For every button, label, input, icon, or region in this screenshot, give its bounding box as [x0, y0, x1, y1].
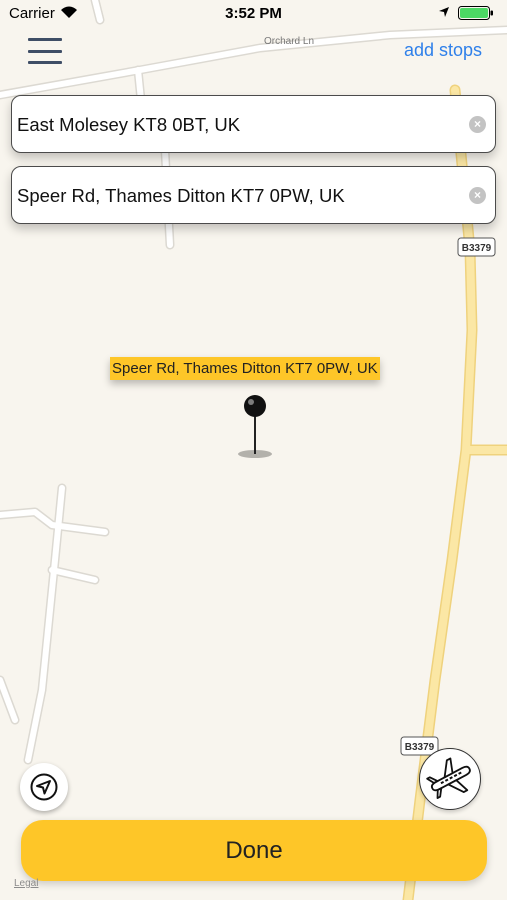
destination-field[interactable]: ×	[11, 166, 496, 225]
origin-field[interactable]: ×	[11, 95, 496, 154]
road-badge-label: B3379	[462, 243, 492, 254]
pin-callout[interactable]: Speer Rd, Thames Ditton KT7 0PW, UK	[110, 357, 380, 380]
menu-icon-bar	[28, 61, 62, 64]
clear-destination-icon[interactable]: ×	[469, 187, 486, 204]
location-arrow-icon	[30, 773, 58, 801]
map-pin-icon[interactable]	[234, 394, 274, 460]
road-badge-label: B3379	[405, 742, 435, 753]
origin-input[interactable]	[15, 96, 459, 154]
airport-button[interactable]	[419, 748, 481, 810]
menu-icon[interactable]	[28, 38, 62, 64]
add-stops-button[interactable]: add stops	[404, 40, 482, 61]
battery-icon	[458, 6, 493, 20]
clear-origin-icon[interactable]: ×	[469, 116, 486, 133]
legal-link[interactable]: Legal	[14, 878, 38, 889]
clock: 3:52 PM	[225, 5, 282, 22]
status-bar: Carrier 3:52 PM	[0, 0, 507, 28]
menu-icon-bar	[28, 49, 62, 53]
location-arrow-icon	[439, 7, 449, 17]
current-location-button[interactable]	[20, 763, 68, 811]
road-badge: B3379	[457, 237, 496, 257]
destination-input[interactable]	[15, 167, 459, 225]
street-label-orchard-ln: Orchard Ln	[264, 36, 314, 47]
menu-icon-bar	[28, 38, 62, 41]
airplane-icon	[426, 757, 471, 800]
done-button[interactable]: Done	[21, 820, 487, 881]
